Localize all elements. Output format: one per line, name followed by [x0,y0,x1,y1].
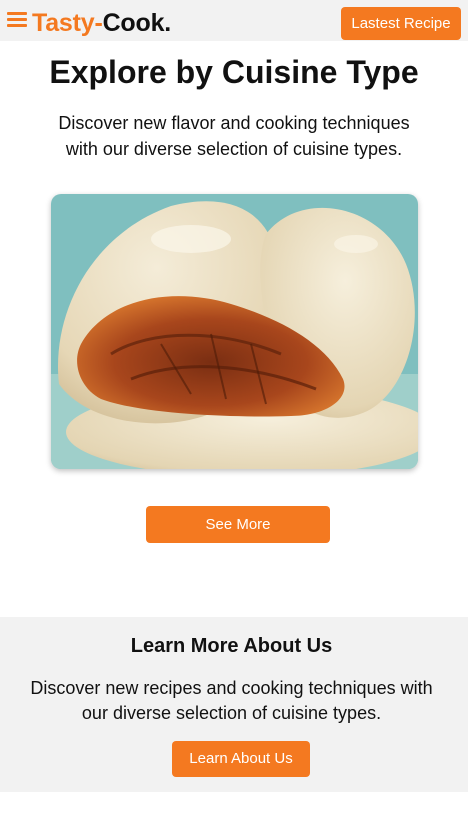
brand-logo[interactable]: Tasty-Cook. [32,8,171,38]
see-more-button[interactable]: See More [146,506,330,543]
about-section: Learn More About Us Discover new recipes… [0,617,468,792]
cuisine-hero-image [51,194,418,469]
site-header: Tasty-Cook. Lastest Recipe [0,0,468,41]
page-description: Discover new flavor and cooking techniqu… [58,113,410,159]
about-title: Learn More About Us [130,635,333,657]
hamburger-menu-icon[interactable] [7,12,27,28]
brand-logo-part2: Cook. [102,9,172,37]
latest-recipe-button[interactable]: Lastest Recipe [341,7,461,40]
brand-logo-part1: Tasty- [32,9,103,37]
about-description: Discover new recipes and cooking techniq… [30,678,433,723]
page-title: Explore by Cuisine Type [49,54,419,90]
learn-about-us-button[interactable]: Learn About Us [172,741,310,777]
